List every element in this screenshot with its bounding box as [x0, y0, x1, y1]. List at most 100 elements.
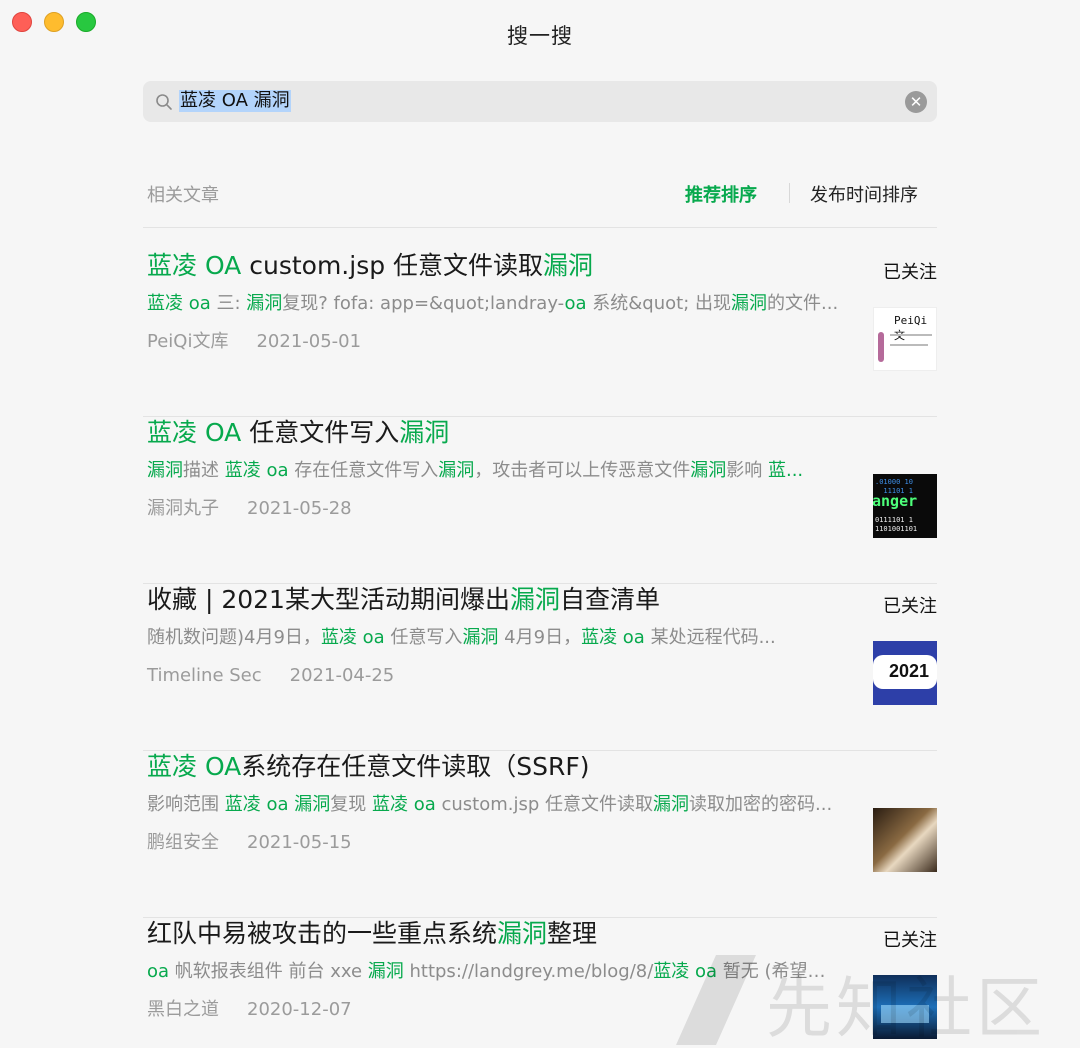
result-meta: PeiQi文库 2021-05-01 [147, 330, 361, 354]
followed-label: 已关注 [883, 930, 937, 951]
highlight-term: 蓝凌 OA [147, 251, 242, 280]
result-title[interactable]: 收藏 | 2021某大型活动期间爆出漏洞自查清单 [147, 584, 660, 616]
highlight-term: 蓝凌 oa [371, 794, 436, 815]
result-source[interactable]: Timeline Sec [147, 665, 262, 686]
snippet-text: 系统&quot; 出现 [586, 293, 731, 314]
result-item[interactable]: 红队中易被攻击的一些重点系统漏洞整理 oa 帆软报表组件 前台 xxe 漏洞 ht… [143, 918, 937, 1048]
title-text: 系统存在任意文件读取（SSRF) [241, 752, 590, 781]
result-thumbnail[interactable]: 2021 [873, 641, 937, 705]
window-title: 搜一搜 [507, 24, 573, 48]
thumbnail-text: 2021 [889, 661, 930, 681]
result-snippet: 漏洞描述 蓝凌 oa 存在任意文件写入漏洞，攻击者可以上传恶意文件漏洞影响 蓝.… [147, 459, 841, 483]
search-input[interactable]: 蓝凌 OA 漏洞 [179, 90, 291, 112]
snippet-text: 复现? fofa: app=&quot;landray- [282, 293, 565, 314]
thumbnail-figure [878, 332, 884, 362]
highlight-term: 蓝凌 oa [224, 460, 289, 481]
title-text: custom.jsp 任意文件读取 [241, 251, 544, 280]
highlight-term: 蓝凌 OA [147, 418, 242, 447]
highlight-term: 漏洞 [653, 794, 689, 815]
search-bar[interactable]: 蓝凌 OA 漏洞 ✕ [143, 81, 937, 122]
highlight-term: 漏洞 [690, 460, 727, 481]
result-source[interactable]: 漏洞丸子 [147, 498, 219, 519]
highlight-term: 蓝凌 oa [224, 794, 289, 815]
result-date: 2021-05-15 [247, 832, 352, 853]
section-label: 相关文章 [147, 185, 219, 206]
snippet-text: 描述 [183, 460, 225, 481]
highlight-term: 蓝... [767, 460, 804, 481]
result-meta: 鹏组安全 2021-05-15 [147, 831, 352, 855]
highlight-term: 漏洞 [543, 251, 594, 280]
clear-search-icon[interactable]: ✕ [905, 91, 927, 113]
result-source[interactable]: 鹏组安全 [147, 832, 219, 853]
result-item[interactable]: 蓝凌 OA系统存在任意文件读取（SSRF) 影响范围 蓝凌 oa 漏洞复现 蓝凌 … [143, 751, 937, 918]
result-title[interactable]: 蓝凌 OA 任意文件写入漏洞 [147, 417, 449, 449]
snippet-text: 复现 [330, 794, 372, 815]
result-thumbnail[interactable] [873, 975, 937, 1039]
result-title[interactable]: 蓝凌 OA系统存在任意文件读取（SSRF) [147, 751, 590, 783]
snippet-text: 帆软报表组件 前台 xxe [169, 961, 368, 982]
highlight-term: 漏洞 [731, 293, 767, 314]
result-thumbnail[interactable]: PeiQi 文 [873, 307, 937, 371]
result-thumbnail[interactable] [873, 808, 937, 872]
sort-recommended-tab[interactable]: 推荐排序 [685, 181, 757, 207]
title-text: 任意文件写入 [241, 418, 400, 447]
highlight-term: 漏洞 [147, 460, 183, 481]
result-snippet: 蓝凌 oa 三: 漏洞复现? fofa: app=&quot;landray-o… [147, 292, 841, 316]
result-snippet: 随机数问题)4月9日，蓝凌 oa 任意写入漏洞 4月9日，蓝凌 oa 某处远程代… [147, 626, 841, 650]
result-item[interactable]: 蓝凌 OA 任意文件写入漏洞 漏洞描述 蓝凌 oa 存在任意文件写入漏洞，攻击者可… [143, 417, 937, 584]
snippet-text: 随机数问题)4月9日， [147, 627, 321, 648]
sort-divider [789, 183, 790, 203]
thumbnail-glow [881, 1005, 929, 1023]
title-text: 整理 [547, 919, 598, 948]
result-date: 2021-05-01 [256, 331, 362, 352]
snippet-text: 暂无 (希望大... [717, 961, 841, 982]
followed-label: 已关注 [883, 262, 937, 283]
snippet-text: 读取加密的密码... [689, 794, 833, 815]
highlight-term: 蓝凌 oa [147, 293, 211, 314]
highlight-term: 漏洞 [509, 585, 560, 614]
result-meta: 漏洞丸子 2021-05-28 [147, 497, 352, 521]
result-snippet: 影响范围 蓝凌 oa 漏洞复现 蓝凌 oa custom.jsp 任意文件读取漏… [147, 793, 841, 817]
snippet-text: ，攻击者可以上传恶意文件 [474, 460, 691, 481]
result-title[interactable]: 蓝凌 OA custom.jsp 任意文件读取漏洞 [147, 250, 593, 282]
highlight-term: oa [147, 961, 170, 982]
highlight-term: 蓝凌 oa [581, 627, 645, 648]
snippet-text: 影响 [726, 460, 768, 481]
highlight-term: 蓝凌 oa [320, 627, 385, 648]
highlight-term: 漏洞 [462, 627, 499, 648]
result-source[interactable]: PeiQi文库 [147, 331, 228, 352]
thumbnail-text: PeiQi 文 [894, 314, 928, 342]
highlight-term: 漏洞 [497, 919, 548, 948]
result-snippet: oa 帆软报表组件 前台 xxe 漏洞 https://landgrey.me/… [147, 960, 841, 984]
highlight-term: 漏洞 [294, 794, 331, 815]
sort-by-time-tab[interactable]: 发布时间排序 [810, 181, 918, 207]
snippet-text: 影响范围 [147, 794, 225, 815]
thumbnail-line [890, 344, 928, 346]
search-window: 搜一搜 蓝凌 OA 漏洞 ✕ 相关文章 推荐排序 发布时间排序 蓝凌 OA cu… [0, 0, 1080, 1048]
thumbnail-binary: 0111101 1 1101001101 [875, 516, 918, 533]
search-icon [156, 94, 172, 110]
highlight-term: oa [564, 293, 587, 314]
result-title[interactable]: 红队中易被攻击的一些重点系统漏洞整理 [147, 918, 597, 950]
result-date: 2021-05-28 [247, 498, 352, 519]
thumbnail-line [890, 334, 932, 336]
snippet-text: 任意写入 [384, 627, 463, 648]
result-item[interactable]: 收藏 | 2021某大型活动期间爆出漏洞自查清单 随机数问题)4月9日，蓝凌 oa… [143, 584, 937, 751]
highlight-term: 漏洞 [246, 293, 283, 314]
snippet-text: 4月9日， [498, 627, 582, 648]
result-thumbnail[interactable]: .01000 10 11101 1 anger 0111101 1 110100110… [873, 474, 937, 538]
result-date: 2020-12-07 [247, 999, 352, 1020]
title-text: 红队中易被攻击的一些重点系统 [147, 919, 498, 948]
result-date: 2021-04-25 [289, 665, 395, 686]
result-source[interactable]: 黑白之道 [147, 999, 219, 1020]
snippet-text: 某处远程代码... [644, 627, 776, 648]
highlight-term: 漏洞 [438, 460, 475, 481]
highlight-term: 蓝凌 OA [147, 752, 242, 781]
result-item[interactable]: 蓝凌 OA custom.jsp 任意文件读取漏洞 蓝凌 oa 三: 漏洞复现? … [143, 250, 937, 417]
title-text: 收藏 | 2021某大型活动期间爆出 [147, 585, 510, 614]
result-meta: Timeline Sec 2021-04-25 [147, 664, 394, 688]
snippet-text: custom.jsp 任意文件读取 [435, 794, 653, 815]
highlight-term: 蓝凌 oa [653, 961, 718, 982]
snippet-text: 存在任意文件写入 [288, 460, 439, 481]
highlight-term: 漏洞 [367, 961, 404, 982]
